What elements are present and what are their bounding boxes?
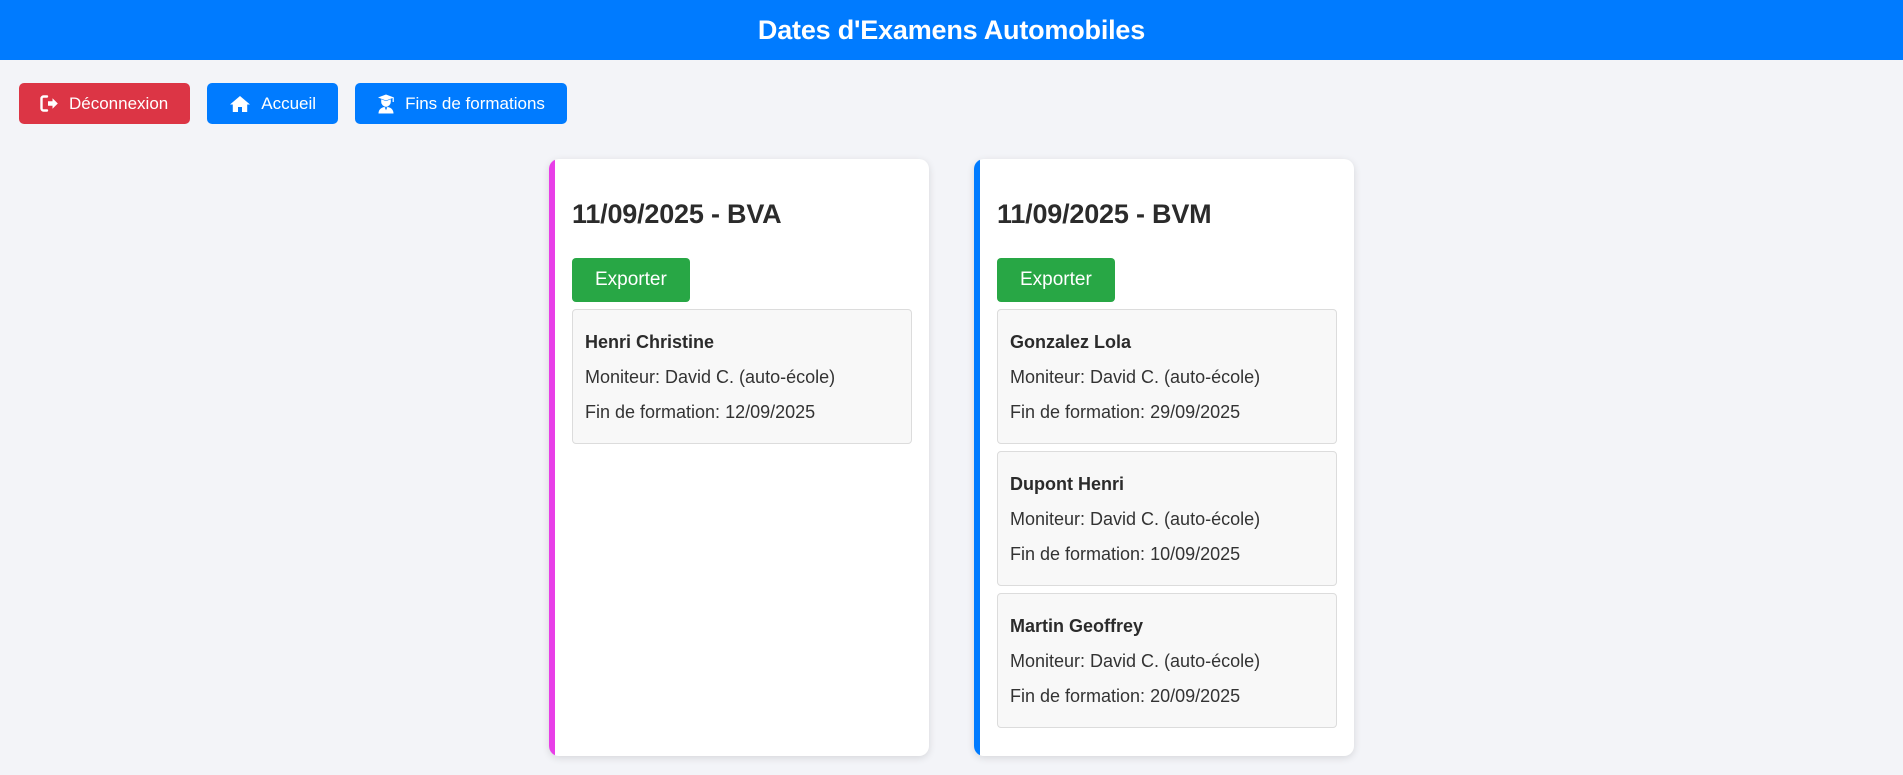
student-card: Dupont Henri Moniteur: David C. (auto-éc… — [997, 451, 1337, 586]
logout-label: Déconnexion — [69, 93, 169, 113]
home-label: Accueil — [261, 93, 317, 113]
logout-button[interactable]: Déconnexion — [19, 83, 191, 124]
student-name: Martin Geoffrey — [1010, 616, 1144, 636]
page-title: Dates d'Examens Automobiles — [757, 14, 1146, 45]
student-instructor: Moniteur: David C. (auto-école) — [1010, 509, 1261, 529]
student-instructor: Moniteur: David C. (auto-école) — [1010, 651, 1261, 671]
student-name: Dupont Henri — [1010, 474, 1124, 494]
student-training-end: Fin de formation: 29/09/2025 — [1010, 402, 1241, 422]
trainings-label: Fins de formations — [405, 93, 545, 113]
student-card: Martin Geoffrey Moniteur: David C. (auto… — [997, 593, 1337, 728]
student-name: Gonzalez Lola — [1010, 332, 1132, 352]
trainings-button[interactable]: Fins de formations — [355, 83, 567, 124]
export-button[interactable]: Exporter — [572, 258, 690, 302]
student-name: Henri Christine — [585, 332, 715, 352]
student-training-end: Fin de formation: 20/09/2025 — [1010, 686, 1241, 706]
graduate-icon — [377, 94, 395, 114]
student-training-end: Fin de formation: 10/09/2025 — [1010, 544, 1241, 564]
toolbar: Déconnexion Accueil Fins de formations — [0, 60, 1903, 124]
student-instructor: Moniteur: David C. (auto-école) — [1010, 367, 1261, 387]
export-button[interactable]: Exporter — [997, 258, 1115, 302]
session-title: 11/09/2025 - BVA — [572, 199, 782, 229]
student-card: Henri Christine Moniteur: David C. (auto… — [572, 309, 912, 444]
student-instructor: Moniteur: David C. (auto-école) — [585, 367, 836, 387]
card-accent-bar — [974, 159, 980, 756]
student-card: Gonzalez Lola Moniteur: David C. (auto-é… — [997, 309, 1337, 444]
home-button[interactable]: Accueil — [207, 83, 339, 124]
logout-icon — [40, 95, 59, 112]
session-card-bvm: 11/09/2025 - BVM Exporter Gonzalez Lola … — [974, 159, 1354, 756]
session-title: 11/09/2025 - BVM — [997, 199, 1212, 229]
home-icon — [229, 95, 251, 113]
card-accent-bar — [549, 159, 555, 756]
session-card-bva: 11/09/2025 - BVA Exporter Henri Christin… — [549, 159, 929, 756]
student-training-end: Fin de formation: 12/09/2025 — [585, 402, 816, 422]
app-header: Dates d'Examens Automobiles — [0, 0, 1903, 60]
sessions-board: 11/09/2025 - BVA Exporter Henri Christin… — [549, 159, 1354, 756]
